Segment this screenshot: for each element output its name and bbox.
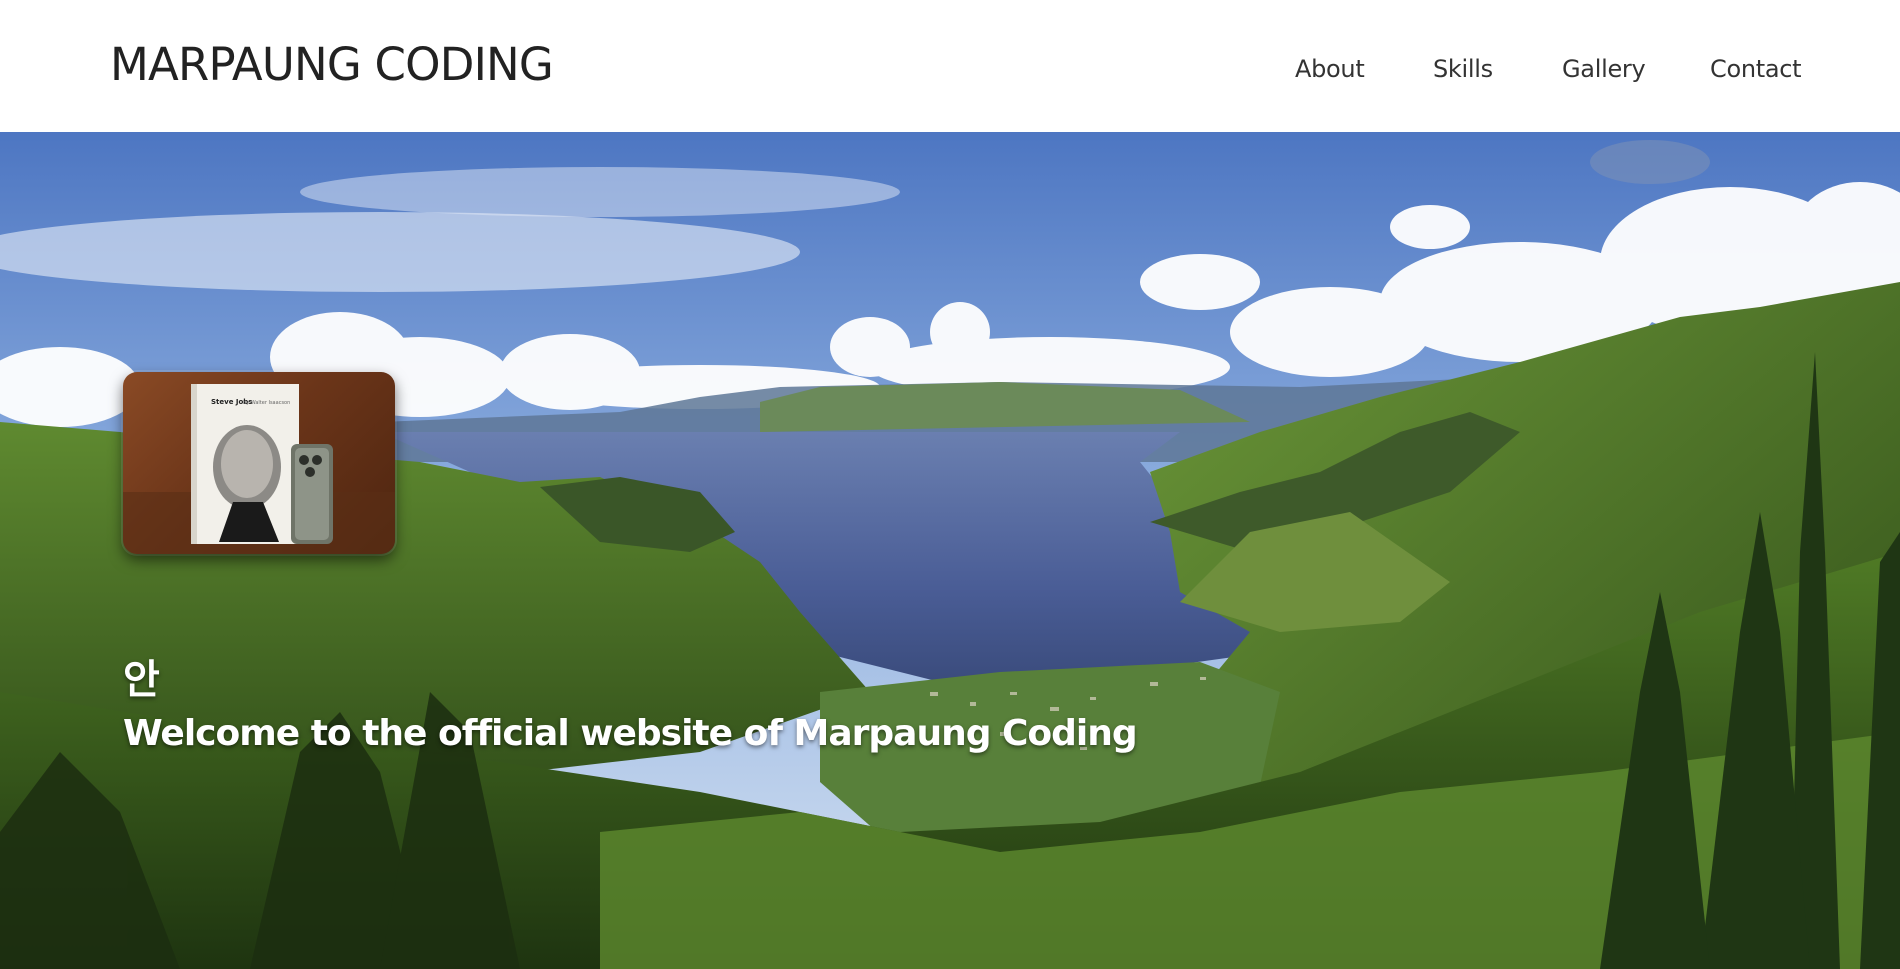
hero-text-block: 안 Welcome to the official website of Mar… <box>123 647 1138 754</box>
hero-section: Steve Jobs by Walter Isaacson 안 Welcome … <box>0 132 1900 969</box>
nav-contact-link[interactable]: Contact <box>1710 55 1802 83</box>
hero-tagline: Welcome to the official website of Marpa… <box>123 713 1138 754</box>
book-author-text: by Walter Isaacson <box>243 400 290 406</box>
book-and-phone-image: Steve Jobs by Walter Isaacson <box>123 384 395 554</box>
hero-photo-card: Steve Jobs by Walter Isaacson <box>123 372 395 554</box>
main-nav: About Skills Gallery Contact <box>0 55 1900 85</box>
nav-gallery-link[interactable]: Gallery <box>1562 55 1646 83</box>
nav-skills-link[interactable]: Skills <box>1433 55 1493 83</box>
nav-about-link[interactable]: About <box>1295 55 1365 83</box>
hero-greeting: 안 <box>123 657 160 703</box>
site-header: MARPAUNG CODING About Skills Gallery Con… <box>0 0 1900 132</box>
